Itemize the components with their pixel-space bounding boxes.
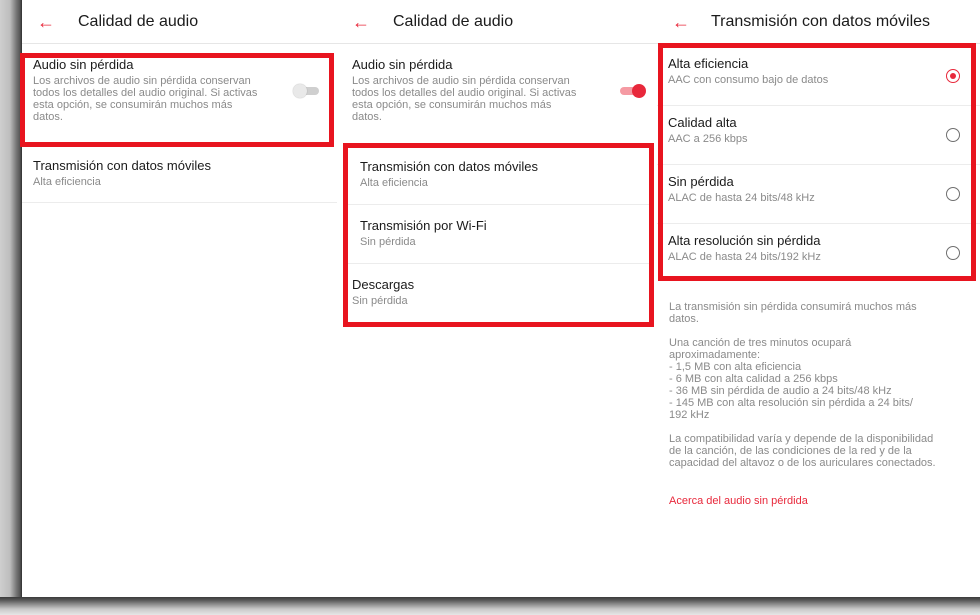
lossless-setting[interactable]: Audio sin pérdida Los archivos de audio … — [337, 44, 657, 146]
lossless-setting[interactable]: Audio sin pérdida Los archivos de audio … — [22, 44, 337, 146]
header: ← Calidad de audio — [337, 0, 657, 44]
about-lossless-link[interactable]: Acerca del audio sin pérdida — [669, 495, 970, 507]
wifi-streaming-title: Transmisión por Wi-Fi — [360, 218, 487, 233]
option-high-quality[interactable]: Calidad alta AAC a 256 kbps — [657, 106, 980, 165]
frame-left-border — [0, 0, 22, 615]
mobile-streaming-setting[interactable]: Transmisión con datos móviles Alta efici… — [22, 146, 337, 203]
downloads-value: Sin pérdida — [352, 295, 408, 307]
lossless-toggle[interactable] — [620, 84, 646, 98]
lossless-title: Audio sin pérdida — [33, 57, 134, 72]
lossless-title: Audio sin pérdida — [352, 57, 453, 72]
mobile-streaming-value: Alta eficiencia — [360, 177, 428, 189]
option-hi-res-lossless[interactable]: Alta resolución sin pérdida ALAC de hast… — [657, 224, 980, 283]
mobile-streaming-title: Transmisión con datos móviles — [33, 158, 211, 173]
quality-options: Alta eficiencia AAC con consumo bajo de … — [657, 47, 980, 283]
page-title: Calidad de audio — [78, 12, 199, 30]
downloads-title: Descargas — [352, 277, 415, 292]
frame-bottom-border — [0, 597, 980, 615]
option-lossless[interactable]: Sin pérdida ALAC de hasta 24 bits/48 kHz — [657, 165, 980, 224]
mobile-streaming-value: Alta eficiencia — [33, 176, 101, 188]
radio-unselected[interactable] — [946, 246, 960, 260]
lossless-description: Los archivos de audio sin pérdida conser… — [33, 75, 258, 123]
wifi-streaming-value: Sin pérdida — [360, 236, 416, 248]
arrow-left-icon[interactable]: ← — [671, 13, 691, 31]
info-section: La transmisión sin pérdida consumirá muc… — [657, 301, 980, 507]
panel-audio-quality-off: ← Calidad de audio Audio sin pérdida Los… — [22, 0, 337, 597]
page-title: Calidad de audio — [393, 12, 514, 30]
arrow-left-icon[interactable]: ← — [351, 13, 371, 31]
panel-mobile-streaming: ← Transmisión con datos móviles Alta efi… — [657, 0, 980, 597]
downloads-setting[interactable]: Descargas Sin pérdida — [337, 264, 657, 323]
mobile-streaming-setting[interactable]: Transmisión con datos móviles Alta efici… — [345, 146, 649, 205]
radio-selected[interactable] — [946, 69, 960, 83]
page-title: Transmisión con datos móviles — [711, 12, 931, 30]
mobile-streaming-title: Transmisión con datos móviles — [360, 159, 538, 174]
lossless-toggle[interactable] — [293, 84, 319, 98]
option-high-efficiency[interactable]: Alta eficiencia AAC con consumo bajo de … — [657, 47, 980, 106]
arrow-left-icon[interactable]: ← — [36, 13, 56, 31]
wifi-streaming-setting[interactable]: Transmisión por Wi-Fi Sin pérdida — [345, 205, 649, 264]
info-compatibility: La compatibilidad varía y depende de la … — [669, 433, 936, 469]
info-data-usage: La transmisión sin pérdida consumirá muc… — [669, 301, 917, 325]
info-size-estimates: Una canción de tres minutos ocupará apro… — [669, 337, 913, 421]
header: ← Transmisión con datos móviles — [657, 0, 980, 44]
lossless-description: Los archivos de audio sin pérdida conser… — [352, 75, 577, 123]
header: ← Calidad de audio — [22, 0, 337, 44]
radio-unselected[interactable] — [946, 187, 960, 201]
radio-unselected[interactable] — [946, 128, 960, 142]
panel-audio-quality-on: ← Calidad de audio Audio sin pérdida Los… — [337, 0, 657, 597]
